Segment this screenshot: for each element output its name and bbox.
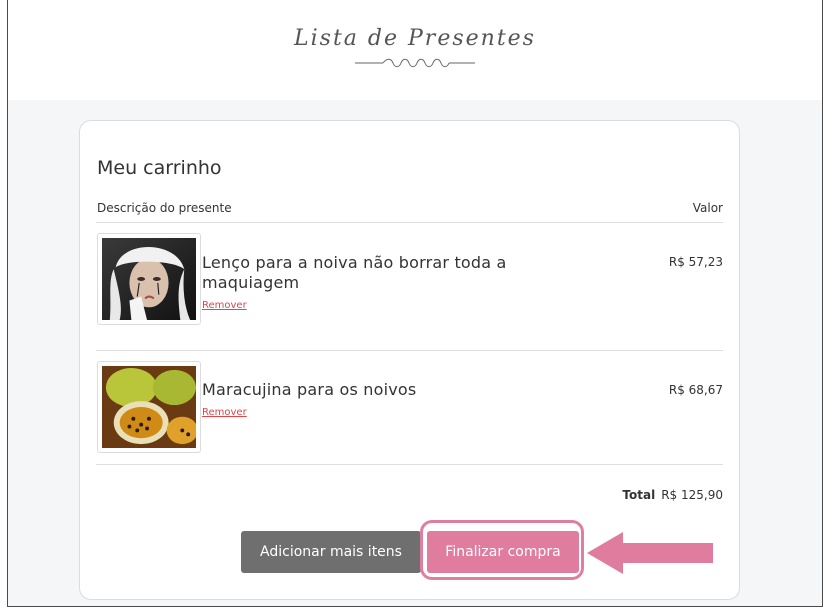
flourish-ornament-icon: [355, 58, 475, 68]
site-logo[interactable]: Lista de Presentes: [8, 26, 822, 69]
item-divider: [96, 350, 723, 351]
cart-title: Meu carrinho: [97, 157, 222, 179]
item-image-bride: [97, 233, 201, 325]
finish-purchase-button[interactable]: Finalizar compra: [427, 531, 579, 573]
column-header-value: Valor: [692, 201, 723, 215]
item-image-passion-fruit: [97, 361, 201, 453]
cart-panel: Meu carrinho Descrição do presente Valor: [79, 120, 740, 600]
column-header-description: Descrição do presente: [97, 201, 232, 215]
item-name: Lenço para a noiva não borrar toda a maq…: [202, 253, 507, 292]
browser-viewport: Lista de Presentes Meu carrinho Descriçã…: [7, 0, 823, 607]
header-divider: [96, 222, 723, 223]
logo-text: Lista de Presentes: [294, 26, 536, 51]
add-more-items-button[interactable]: Adicionar mais itens: [241, 531, 421, 573]
total-value: R$ 125,90: [661, 488, 723, 502]
item-name: Maracujina para os noivos: [202, 380, 417, 399]
item-price: R$ 57,23: [668, 255, 723, 269]
pointer-arrow-icon: [587, 532, 713, 574]
item-divider: [96, 464, 723, 465]
site-header: Lista de Presentes: [8, 0, 822, 100]
total-label: Total: [622, 488, 656, 502]
remove-item-button[interactable]: Remover: [202, 407, 247, 418]
item-price: R$ 68,67: [668, 383, 723, 397]
cart-total: Total R$ 125,90: [622, 488, 723, 502]
remove-item-button[interactable]: Remover: [202, 300, 247, 311]
